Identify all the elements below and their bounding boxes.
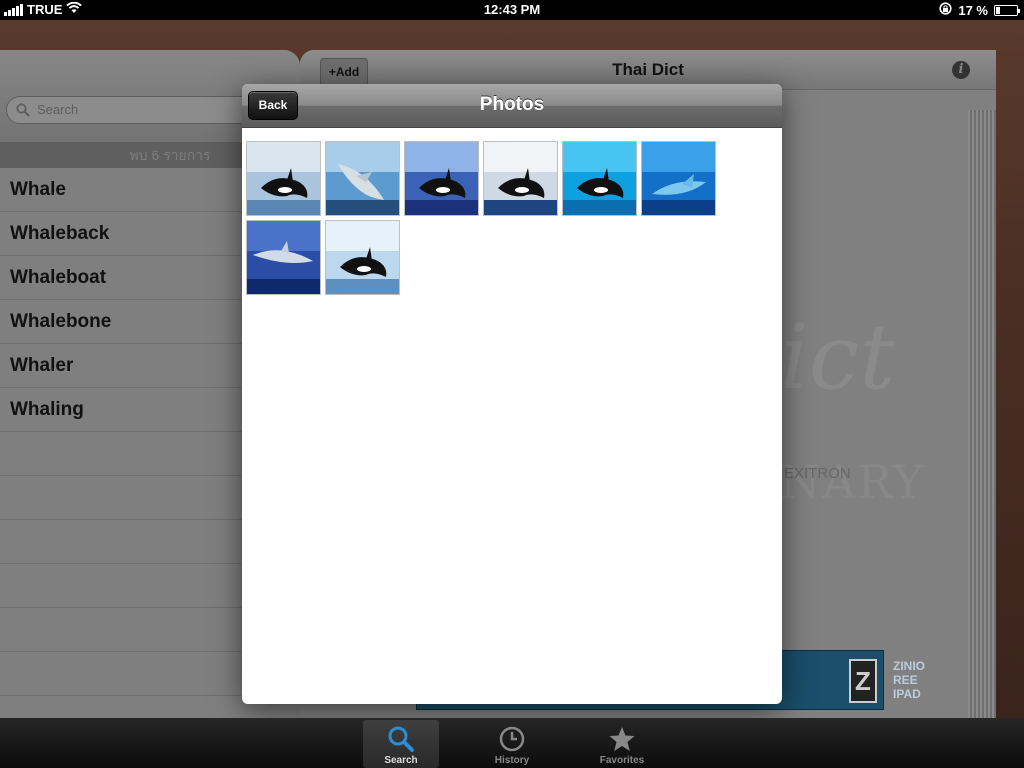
cover-heading-text: NARY bbox=[780, 455, 926, 509]
cover-title-text: ict bbox=[780, 305, 896, 410]
tab-search[interactable]: Search bbox=[363, 720, 439, 768]
tab-label: Search bbox=[384, 755, 418, 766]
clock-icon bbox=[474, 725, 550, 753]
star-icon bbox=[584, 725, 660, 753]
tab-bar: Search History Favorites bbox=[0, 718, 1024, 768]
blue-whale-photo[interactable] bbox=[641, 141, 716, 216]
tab-favorites[interactable]: Favorites bbox=[584, 720, 660, 768]
orca-splash-photo[interactable] bbox=[404, 141, 479, 216]
battery-percent: 17 % bbox=[958, 2, 988, 18]
tab-label: Favorites bbox=[599, 755, 645, 766]
popover-title: Photos bbox=[479, 94, 545, 115]
whale-shark-photo[interactable] bbox=[246, 220, 321, 295]
rotation-lock-icon bbox=[939, 2, 952, 18]
orca-jumping-photo[interactable] bbox=[483, 141, 558, 216]
ad-logo: Z bbox=[849, 659, 877, 703]
battery-icon bbox=[994, 4, 1020, 16]
ad-text: ZINIO REE IPAD bbox=[893, 659, 925, 701]
tab-history[interactable]: History bbox=[474, 720, 550, 768]
search-icon bbox=[363, 725, 439, 753]
photos-popover: Back Photos bbox=[242, 84, 782, 704]
page-edge bbox=[968, 110, 996, 718]
orca-underwater-photo[interactable] bbox=[562, 141, 637, 216]
orca-pod-photo[interactable] bbox=[325, 220, 400, 295]
status-bar: TRUE 12:43 PM 17 % bbox=[0, 0, 1024, 20]
orca-breaching-photo[interactable] bbox=[246, 141, 321, 216]
clock-label: 12:43 PM bbox=[483, 2, 541, 17]
humpback-breaching-photo[interactable] bbox=[325, 141, 400, 216]
tab-label: History bbox=[494, 755, 530, 766]
status-right: 17 % bbox=[939, 2, 1020, 18]
cover-brand-text: EXITRON bbox=[784, 465, 851, 482]
popover-header: Back Photos bbox=[242, 84, 782, 128]
search-icon bbox=[16, 103, 30, 117]
app-title: Thai Dict bbox=[612, 60, 684, 79]
info-icon[interactable]: i bbox=[952, 61, 970, 79]
